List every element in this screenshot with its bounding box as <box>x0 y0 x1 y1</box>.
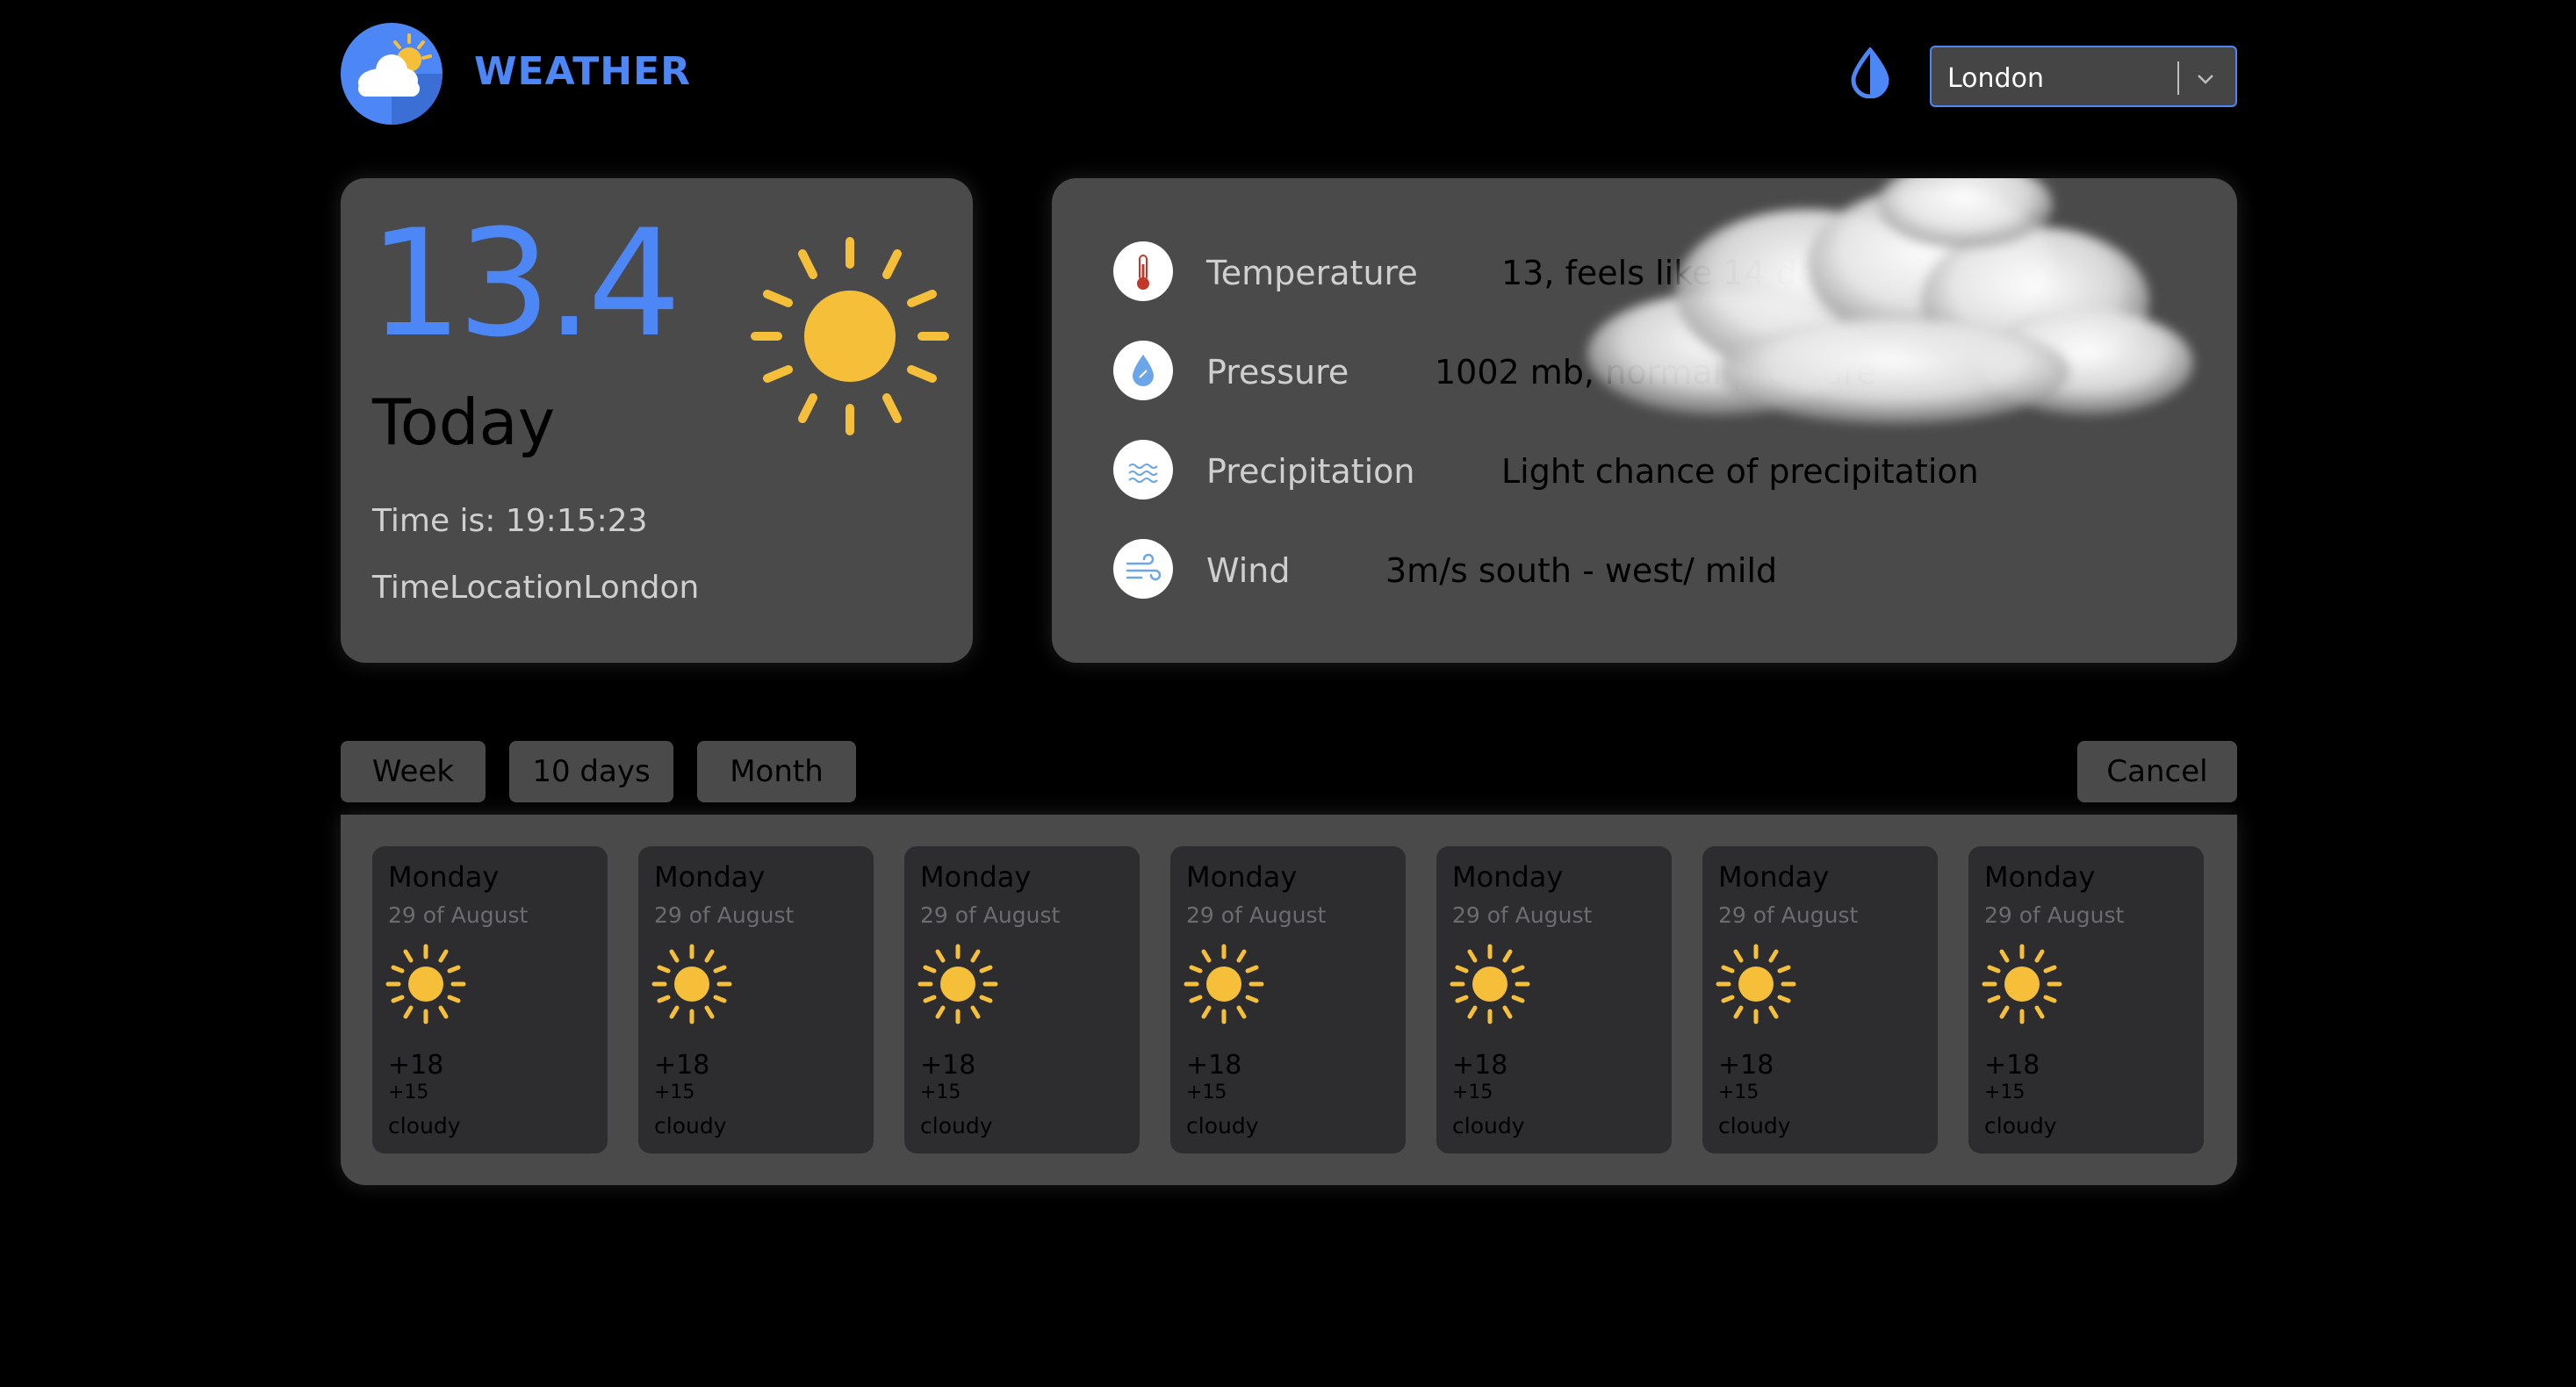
weather-logo-icon <box>341 23 443 125</box>
forecast-low: +15 <box>1984 1082 2026 1103</box>
details-card: Temperature 13, feels like 14 degrees Pr… <box>1052 178 2237 663</box>
city-select[interactable]: London <box>1930 46 2237 107</box>
today-card: 13.4 Today Time is: 19:15:23 TimeLocatio… <box>341 178 973 663</box>
forecast-day-card[interactable]: Monday 29 of August +18 +15 cloudy <box>1170 846 1406 1153</box>
forecast-low: +15 <box>920 1082 961 1103</box>
detail-value: Light chance of precipitation <box>1501 452 1979 491</box>
forecast-high: +18 <box>1452 1050 1508 1081</box>
forecast-day-name: Monday <box>1186 860 1298 894</box>
forecast-high: +18 <box>388 1050 444 1081</box>
forecast-description: cloudy <box>1186 1113 1259 1139</box>
current-time: Time is: 19:15:23 <box>372 503 648 539</box>
forecast-date: 29 of August <box>388 902 529 928</box>
cancel-button[interactable]: Cancel <box>2077 741 2237 802</box>
forecast-high: +18 <box>654 1050 710 1081</box>
forecast-day-card[interactable]: Monday 29 of August +18 +15 cloudy <box>638 846 874 1153</box>
chevron-down-icon[interactable] <box>2193 67 2218 91</box>
forecast-date: 29 of August <box>654 902 795 928</box>
forecast-description: cloudy <box>654 1113 727 1139</box>
forecast-low: +15 <box>1718 1082 1759 1103</box>
forecast-day-name: Monday <box>920 860 1032 894</box>
theme-toggle-drop-icon[interactable] <box>1849 47 1891 99</box>
tab-month[interactable]: Month <box>697 741 856 802</box>
forecast-description: cloudy <box>1984 1113 2057 1139</box>
sun-icon <box>1449 943 1531 1025</box>
detail-value: 3m/s south - west/ mild <box>1385 551 1778 590</box>
forecast-day-name: Monday <box>1452 860 1564 894</box>
cloud-decoration-icon <box>1543 178 2237 450</box>
forecast-low: +15 <box>1452 1082 1493 1103</box>
sun-icon <box>745 231 955 442</box>
forecast-day-card[interactable]: Monday 29 of August +18 +15 cloudy <box>1702 846 1938 1153</box>
forecast-day-card[interactable]: Monday 29 of August +18 +15 cloudy <box>372 846 608 1153</box>
forecast-high: +18 <box>1186 1050 1242 1081</box>
detail-label: Wind <box>1206 551 1291 590</box>
city-select-value: London <box>1947 63 2044 94</box>
tab-week[interactable]: Week <box>341 741 486 802</box>
forecast-day-name: Monday <box>1718 860 1830 894</box>
thermometer-icon <box>1113 241 1173 301</box>
detail-label: Temperature <box>1206 254 1418 292</box>
sun-icon <box>385 943 467 1025</box>
forecast-panel: Monday 29 of August +18 +15 cloudy Monda… <box>341 815 2237 1185</box>
forecast-description: cloudy <box>388 1113 461 1139</box>
forecast-day-name: Monday <box>1984 860 2096 894</box>
sun-icon <box>1715 943 1797 1025</box>
forecast-day-card[interactable]: Monday 29 of August +18 +15 cloudy <box>1436 846 1672 1153</box>
forecast-date: 29 of August <box>920 902 1061 928</box>
precipitation-icon <box>1113 440 1173 499</box>
sun-icon <box>651 943 733 1025</box>
forecast-day-name: Monday <box>654 860 766 894</box>
forecast-date: 29 of August <box>1452 902 1593 928</box>
select-divider <box>2177 61 2179 95</box>
forecast-low: +15 <box>388 1082 429 1103</box>
detail-label: Pressure <box>1206 353 1349 392</box>
sun-icon <box>1981 943 2063 1025</box>
forecast-day-card[interactable]: Monday 29 of August +18 +15 cloudy <box>1968 846 2204 1153</box>
current-temperature: 13.4 <box>369 198 681 370</box>
pressure-drop-icon <box>1113 341 1173 400</box>
tab-10-days[interactable]: 10 days <box>509 741 673 802</box>
app-header: WEATHER London <box>341 23 2237 125</box>
forecast-high: +18 <box>1984 1050 2040 1081</box>
today-label: Today <box>372 385 556 459</box>
forecast-date: 29 of August <box>1984 902 2125 928</box>
wind-icon <box>1113 539 1173 599</box>
sun-icon <box>917 943 999 1025</box>
forecast-high: +18 <box>1718 1050 1774 1081</box>
sun-icon <box>1183 943 1265 1025</box>
forecast-day-name: Monday <box>388 860 500 894</box>
forecast-description: cloudy <box>1452 1113 1525 1139</box>
forecast-date: 29 of August <box>1186 902 1327 928</box>
forecast-description: cloudy <box>920 1113 993 1139</box>
forecast-high: +18 <box>920 1050 976 1081</box>
forecast-date: 29 of August <box>1718 902 1859 928</box>
brand-title: WEATHER <box>474 49 692 94</box>
forecast-description: cloudy <box>1718 1113 1791 1139</box>
forecast-low: +15 <box>1186 1082 1227 1103</box>
forecast-low: +15 <box>654 1082 695 1103</box>
forecast-day-card[interactable]: Monday 29 of August +18 +15 cloudy <box>904 846 1140 1153</box>
detail-label: Precipitation <box>1206 452 1415 491</box>
time-location: TimeLocationLondon <box>372 570 700 606</box>
